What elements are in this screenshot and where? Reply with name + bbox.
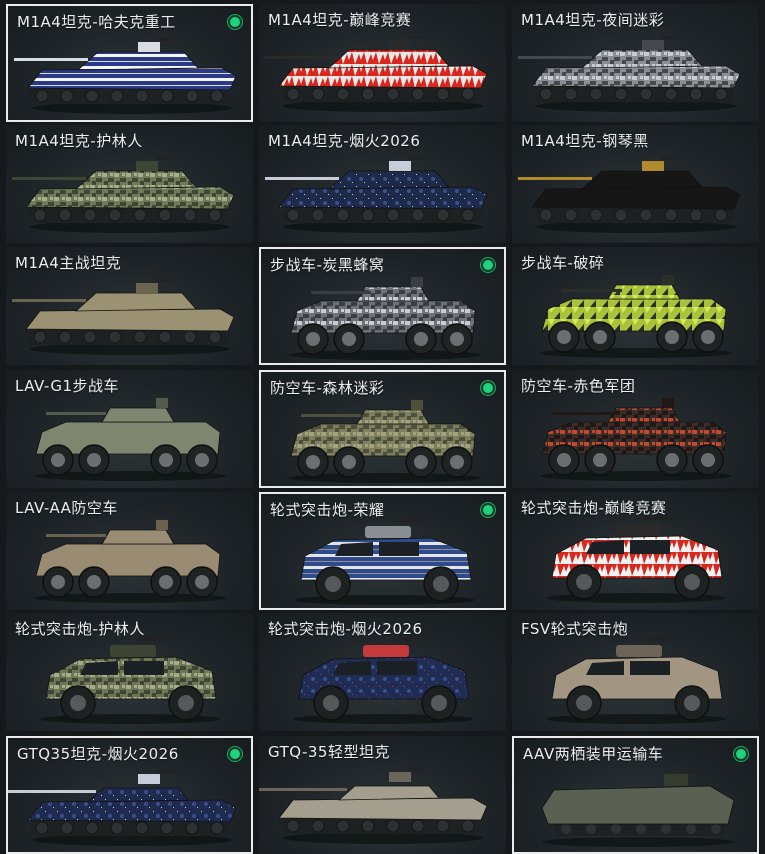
vehicle-skin-name: LAV-G1步战车: [15, 377, 120, 395]
vehicle-skin-card[interactable]: LAV-AA防空车: [6, 492, 253, 610]
wheeled-vehicle-model: [289, 277, 481, 360]
vehicle-skin-card[interactable]: 轮式突击炮-烟火2026: [259, 613, 506, 731]
vehicle-skin-card[interactable]: 步战车-炭黑蜂窝: [259, 247, 506, 365]
vehicle-skin-name: 轮式突击炮-荣耀: [270, 501, 385, 519]
equipped-status-icon: [227, 746, 243, 762]
amphibious-vehicle-model: [541, 770, 735, 847]
tank-model: [265, 157, 488, 233]
vehicle-skin-name: 轮式突击炮-护林人: [15, 620, 145, 638]
vehicle-skin-name: LAV-AA防空车: [15, 499, 118, 517]
vehicle-skin-name: FSV轮式突击炮: [521, 620, 629, 638]
assault-vehicle-model: [546, 516, 726, 603]
vehicle-skin-name: M1A4坦克-钢琴黑: [521, 132, 649, 150]
vehicle-skin-card[interactable]: 防空车-森林迷彩: [259, 370, 506, 488]
vehicle-skin-card[interactable]: M1A4坦克-护林人: [6, 125, 253, 243]
vehicle-skin-name: 轮式突击炮-巅峰竞赛: [521, 499, 667, 517]
vehicle-skin-card[interactable]: 轮式突击炮-巅峰竞赛: [512, 492, 759, 610]
wheeled-vehicle-model: [34, 520, 226, 603]
vehicle-skin-card[interactable]: FSV轮式突击炮: [512, 613, 759, 731]
vehicle-skin-card[interactable]: GTQ-35轻型坦克: [259, 736, 506, 854]
tank-model: [518, 157, 741, 233]
vehicle-skin-name: M1A4坦克-巅峰竞赛: [268, 11, 412, 29]
vehicle-skin-name: M1A4主战坦克: [15, 254, 122, 272]
vehicle-skin-name: M1A4坦克-夜间迷彩: [521, 11, 665, 29]
tank-model: [12, 279, 235, 355]
vehicle-skin-card[interactable]: AAV两栖装甲运输车: [512, 736, 759, 854]
vehicle-skin-card[interactable]: M1A4坦克-哈夫克重工: [6, 4, 253, 122]
assault-vehicle-model: [546, 637, 726, 724]
vehicle-skin-card[interactable]: 防空车-赤色军团: [512, 370, 759, 488]
vehicle-skin-card[interactable]: LAV-G1步战车: [6, 370, 253, 488]
vehicle-skin-name: 防空车-赤色军团: [521, 377, 636, 395]
equipped-status-icon: [480, 502, 496, 518]
vehicle-skin-grid: M1A4坦克-哈夫克重工 M1A4坦克-巅峰竞赛 M1A4坦克-夜间迷彩 M1A4坦克…: [0, 0, 765, 854]
assault-vehicle-model: [40, 637, 220, 724]
tank-model: [259, 768, 488, 844]
tank-model: [265, 36, 488, 112]
tank-model: [8, 770, 237, 846]
vehicle-skin-card[interactable]: M1A4坦克-钢琴黑: [512, 125, 759, 243]
vehicle-skin-card[interactable]: M1A4坦克-烟火2026: [259, 125, 506, 243]
vehicle-skin-card[interactable]: 步战车-破碎: [512, 247, 759, 365]
vehicle-skin-name: M1A4坦克-哈夫克重工: [17, 13, 176, 31]
vehicle-skin-name: GTQ-35轻型坦克: [268, 743, 390, 761]
vehicle-skin-name: M1A4坦克-烟火2026: [268, 132, 421, 150]
vehicle-skin-name: 步战车-炭黑蜂窝: [270, 256, 385, 274]
tank-model: [518, 36, 741, 112]
vehicle-skin-name: 轮式突击炮-烟火2026: [268, 620, 423, 638]
vehicle-skin-card[interactable]: 轮式突击炮-护林人: [6, 613, 253, 731]
vehicle-skin-name: AAV两栖装甲运输车: [523, 745, 664, 763]
vehicle-skin-name: 防空车-森林迷彩: [270, 379, 385, 397]
vehicle-skin-card[interactable]: 轮式突击炮-荣耀: [259, 492, 506, 610]
equipped-status-icon: [733, 746, 749, 762]
vehicle-skin-card[interactable]: M1A4坦克-巅峰竞赛: [259, 4, 506, 122]
wheeled-vehicle-model: [34, 398, 226, 481]
vehicle-skin-name: 步战车-破碎: [521, 254, 605, 272]
equipped-status-icon: [480, 257, 496, 273]
tank-model: [14, 38, 237, 114]
assault-vehicle-model: [295, 518, 475, 605]
equipped-status-icon: [227, 14, 243, 30]
wheeled-vehicle-model: [540, 398, 732, 481]
tank-model: [12, 157, 235, 233]
vehicle-skin-card[interactable]: GTQ35坦克-烟火2026: [6, 736, 253, 854]
wheeled-vehicle-model: [289, 400, 481, 483]
vehicle-skin-card[interactable]: M1A4坦克-夜间迷彩: [512, 4, 759, 122]
vehicle-skin-card[interactable]: M1A4主战坦克: [6, 247, 253, 365]
equipped-status-icon: [480, 380, 496, 396]
vehicle-skin-name: GTQ35坦克-烟火2026: [17, 745, 179, 763]
vehicle-skin-name: M1A4坦克-护林人: [15, 132, 143, 150]
assault-vehicle-model: [293, 637, 473, 724]
wheeled-vehicle-model: [540, 275, 732, 358]
